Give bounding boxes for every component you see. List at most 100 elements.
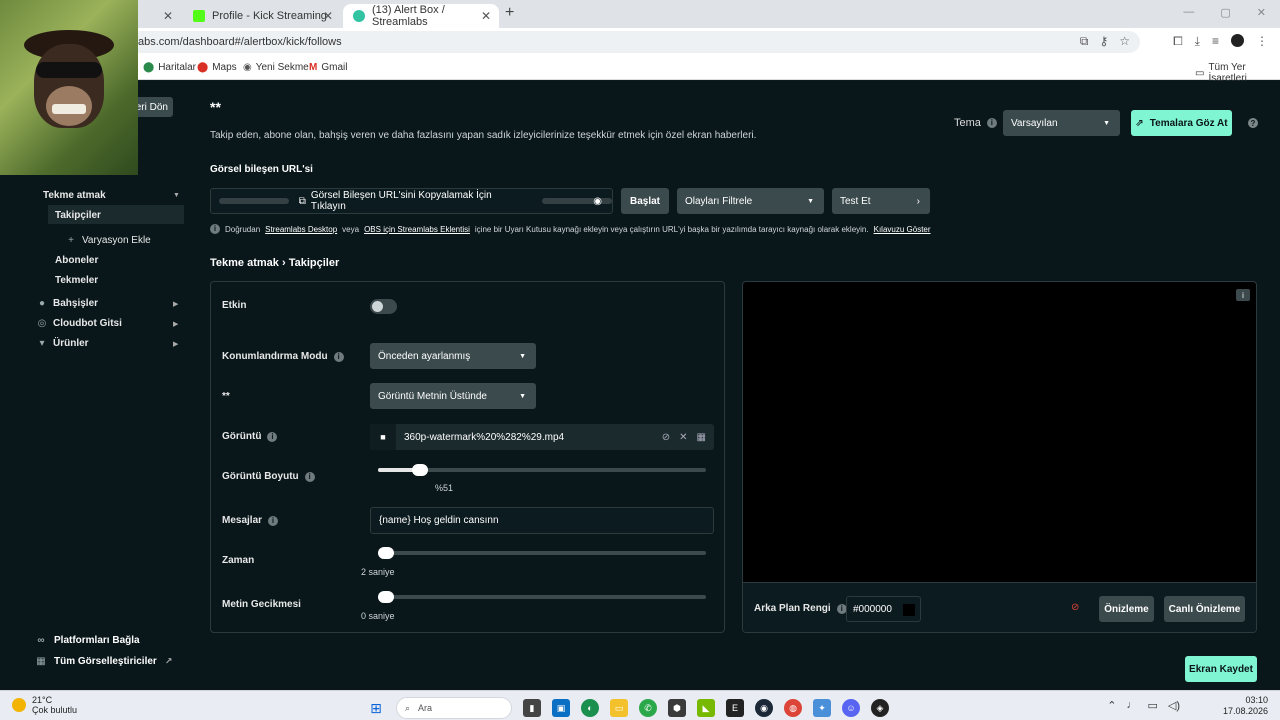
media-control-icon[interactable]: ≡ [1212, 34, 1219, 49]
preview-button[interactable]: Önizleme [1099, 596, 1154, 622]
minimize-icon[interactable]: — [1183, 6, 1194, 19]
bookmark-haritalar[interactable]: ⬤ Haritalar [143, 62, 196, 73]
note-text: veya [342, 224, 360, 234]
browse-themes-button[interactable]: ⇗ Temalara Göz At [1131, 110, 1232, 136]
sidebar-item-kicks[interactable]: Tekmeler [55, 275, 98, 286]
tab-hidden[interactable]: ✕ [135, 4, 181, 28]
info-icon[interactable]: i [304, 471, 315, 482]
volume-icon[interactable]: ◁) [1168, 699, 1180, 712]
system-clock[interactable]: 03:10 17.08.2026 [1223, 695, 1268, 717]
steam-icon[interactable]: ◉ [755, 699, 773, 717]
image-size-slider[interactable] [378, 464, 706, 476]
show-guide-link[interactable]: Kılavuzu Göster [874, 225, 931, 234]
eye-icon[interactable]: ◉ [593, 196, 602, 207]
color-swatch[interactable] [903, 604, 915, 616]
info-icon[interactable]: i [1236, 289, 1250, 301]
note-text: Doğrudan [225, 224, 261, 234]
display-icon[interactable]: ▭ [1147, 699, 1157, 712]
whatsapp-icon[interactable]: ✆ [639, 699, 657, 717]
task-view-icon[interactable]: ▮ [523, 699, 541, 717]
position-mode-select[interactable]: Önceden ayarlanmış ▼ [370, 343, 536, 369]
sidebar-item-add-variation[interactable]: + Varyasyon Ekle [66, 235, 151, 246]
password-key-icon[interactable]: ⚷ [1099, 34, 1108, 49]
chevron-right-icon: ▶ [173, 300, 179, 308]
sidebar-item-products[interactable]: ▾ Ürünler ▶ [37, 338, 178, 349]
image-file-field[interactable]: ■ 360p-watermark%20%282%29.mp4 ⊘ ✕ ▦ [370, 424, 714, 450]
bookmark-gmail[interactable]: M Gmail [309, 62, 347, 73]
external-link-icon: ⇗ [1135, 117, 1144, 129]
select-value: Önceden ayarlanmış [378, 350, 471, 362]
plus-icon: + [68, 234, 74, 246]
back-button[interactable]: eri Dön [133, 97, 173, 117]
sidebar-item-followers[interactable]: Takipçiler [55, 210, 101, 221]
message-input[interactable]: {name} Hoş geldin cansınn [370, 507, 714, 534]
new-tab-icon[interactable]: + [505, 4, 514, 22]
obs-plugin-link[interactable]: OBS için Streamlabs Eklentisi [364, 225, 470, 234]
live-preview-button[interactable]: Canlı Önizleme [1164, 596, 1245, 622]
background-color-input[interactable]: #000000 [846, 596, 921, 622]
obs-icon[interactable]: ⬢ [668, 699, 686, 717]
info-icon[interactable]: i [986, 118, 997, 128]
link-icon[interactable]: ⊘ [662, 432, 670, 443]
discord-icon[interactable]: ☺ [842, 699, 860, 717]
gallery-grid-icon[interactable]: ▦ [697, 432, 706, 443]
slider-thumb[interactable] [378, 547, 394, 559]
breadcrumb-item[interactable]: Tekme atmak [210, 257, 279, 269]
all-visualizers-link[interactable]: ▦ Tüm Görselleştiriciler ↗ [36, 656, 172, 667]
test-button[interactable]: Test Et › [832, 188, 930, 214]
filter-events-select[interactable]: Olayları Filtrele ▼ [677, 188, 824, 214]
time-slider[interactable] [378, 547, 706, 559]
close-tab-icon[interactable]: ✕ [163, 9, 173, 23]
maximize-icon[interactable]: ▢ [1220, 6, 1230, 19]
chevron-right-icon: ▶ [173, 340, 179, 348]
start-menu-icon[interactable]: ⊞ [367, 699, 385, 717]
network-app-icon[interactable]: ✦ [813, 699, 831, 717]
sidebar-item-tips[interactable]: ● Bahşişler ▶ [37, 298, 178, 309]
streamlabs-desktop-link[interactable]: Streamlabs Desktop [265, 225, 337, 234]
remove-icon[interactable]: ✕ [679, 432, 687, 443]
theme-select[interactable]: Varsayılan ▼ [1003, 110, 1120, 136]
chrome-taskbar-icon[interactable]: ◍ [784, 699, 802, 717]
connect-platforms-link[interactable]: ∞ Platformları Bağla [36, 635, 139, 646]
translate-icon[interactable]: ⧉ [1080, 34, 1089, 49]
extensions-icon[interactable]: ⧠ [1173, 34, 1183, 49]
bookmark-maps[interactable]: ⬤ Maps [197, 62, 237, 73]
start-button[interactable]: Başlat [621, 188, 669, 214]
eye-off-icon[interactable]: ⊘ [1071, 602, 1079, 613]
slider-thumb[interactable] [412, 464, 428, 476]
edge-browser-icon[interactable]: ◐ [581, 699, 599, 717]
tray-chevron-up-icon[interactable]: ⌃ [1107, 699, 1116, 712]
bookmark-yeni-sekme[interactable]: ◉ Yeni Sekme [243, 62, 309, 73]
file-explorer-icon[interactable]: ▭ [610, 699, 628, 717]
url-input[interactable]: abs.com/dashboard#/alertbox/kick/follows [110, 31, 1140, 53]
app-store-icon[interactable]: ▣ [552, 699, 570, 717]
tab-kick-profile[interactable]: Profile - Kick Streaming ✕ [183, 4, 341, 28]
epic-games-icon[interactable]: E [726, 699, 744, 717]
profile-avatar[interactable] [1231, 34, 1244, 47]
info-icon[interactable]: i [267, 431, 278, 442]
widget-url-copy-field[interactable]: ⧉ Görsel Bileşen URL'sini Kopyalamak İçi… [210, 188, 613, 214]
info-icon[interactable]: i [333, 351, 344, 362]
taskbar-search[interactable]: ⌕ Ara [396, 697, 512, 719]
nvidia-icon[interactable]: ◣ [697, 699, 715, 717]
bookmark-star-icon[interactable]: ☆ [1119, 34, 1130, 49]
close-window-icon[interactable]: ✕ [1257, 6, 1266, 19]
microphone-icon[interactable]: ♩ [1126, 699, 1137, 712]
sidebar-item-cloudbot[interactable]: ◎ Cloudbot Gitsi ▶ [37, 318, 179, 329]
info-icon[interactable]: i [268, 515, 279, 526]
slider-thumb[interactable] [378, 591, 394, 603]
layout-select[interactable]: Görüntü Metnin Üstünde ▼ [370, 383, 536, 409]
save-screen-button[interactable]: Ekran Kaydet [1185, 656, 1257, 682]
help-icon[interactable]: ? [1248, 118, 1258, 128]
tab-alert-box[interactable]: (13) Alert Box / Streamlabs ✕ [343, 4, 499, 28]
sidebar-item-kick[interactable]: Tekme atmak ▼ [43, 190, 180, 201]
menu-kebab-icon[interactable]: ⋮ [1256, 34, 1268, 49]
text-delay-slider[interactable] [378, 591, 706, 603]
download-icon[interactable]: ⤓ [1195, 34, 1200, 49]
close-tab-icon[interactable]: ✕ [323, 9, 333, 23]
close-tab-icon[interactable]: ✕ [481, 9, 491, 23]
weather-widget[interactable]: 21°C Çok bulutlu [12, 695, 77, 715]
sidebar-item-subscribers[interactable]: Aboneler [55, 255, 98, 266]
enabled-toggle[interactable] [370, 299, 397, 314]
streamlabs-desktop-icon[interactable]: ◈ [871, 699, 889, 717]
